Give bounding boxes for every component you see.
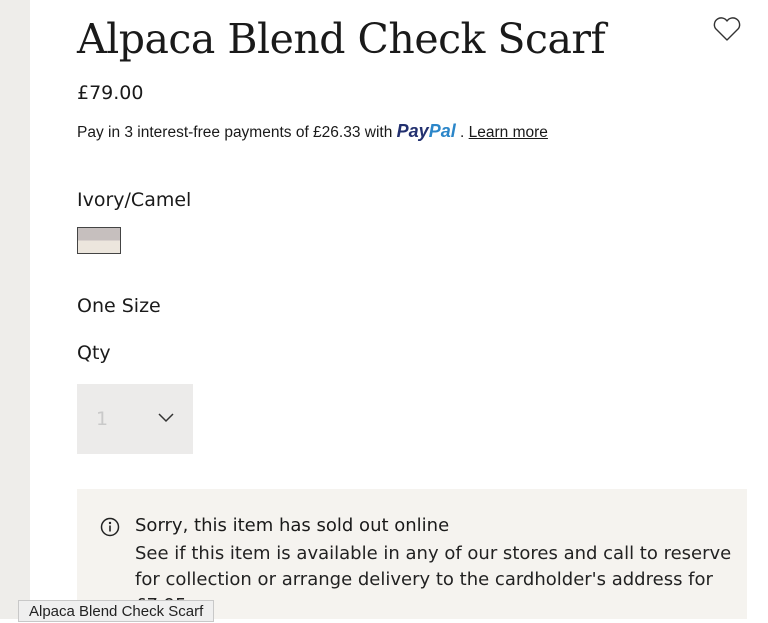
- info-icon: [100, 517, 120, 537]
- learn-more-link[interactable]: Learn more: [469, 124, 548, 141]
- color-label: Ivory/Camel: [77, 189, 192, 211]
- size-label: One Size: [77, 295, 161, 317]
- qty-label: Qty: [77, 342, 111, 364]
- heart-icon: [713, 17, 741, 41]
- left-gutter: [0, 0, 30, 619]
- color-swatch-ivory-camel[interactable]: [77, 227, 121, 254]
- paypal-text: Pay in 3 interest-free payments of £26.3…: [77, 124, 393, 141]
- paypal-installments: Pay in 3 interest-free payments of £26.3…: [77, 121, 548, 142]
- paypal-separator: .: [460, 124, 465, 141]
- product-title: Alpaca Blend Check Scarf: [77, 15, 606, 63]
- qty-value: 1: [96, 408, 109, 430]
- wishlist-button[interactable]: [712, 16, 742, 42]
- chevron-down-icon: [158, 413, 174, 423]
- notice-body: See if this item is available in any of …: [135, 543, 732, 616]
- product-price: £79.00: [77, 82, 144, 104]
- paypal-logo: PayPal: [396, 121, 456, 141]
- notice-title: Sorry, this item has sold out online: [135, 515, 450, 536]
- qty-select[interactable]: 1: [77, 384, 193, 454]
